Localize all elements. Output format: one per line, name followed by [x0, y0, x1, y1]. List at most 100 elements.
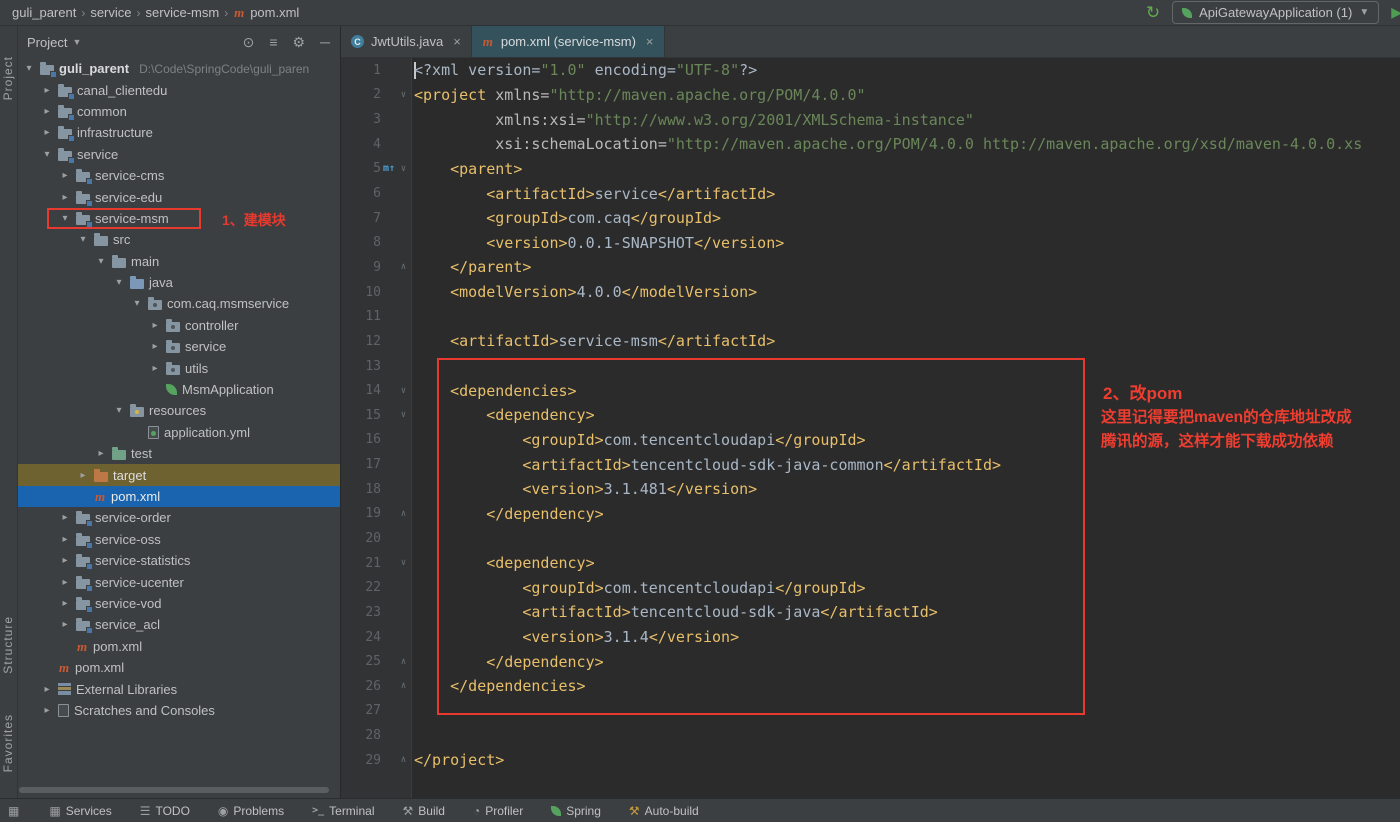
line-number[interactable]: 20: [341, 531, 381, 546]
tree-item-service-acl[interactable]: ▸ service_acl: [17, 614, 340, 635]
fold-close-icon[interactable]: ∧: [397, 681, 410, 691]
chevron-right-icon[interactable]: ▸: [59, 192, 71, 203]
tree-item-main[interactable]: ▾ main: [17, 251, 340, 272]
code-line-1[interactable]: 1 <?xml version="1.0" encoding="UTF-8"?>: [341, 58, 1400, 83]
breadcrumb-item-pom-xml[interactable]: m pom.xml: [231, 5, 301, 20]
code-line-7[interactable]: 7 <groupId>com.caq</groupId>: [341, 206, 1400, 231]
chevron-right-icon[interactable]: ▸: [59, 170, 71, 181]
fold-close-icon[interactable]: ∧: [397, 262, 410, 272]
tree-item-service-cms[interactable]: ▸ service-cms: [17, 165, 340, 186]
code-line-10[interactable]: 10 <modelVersion>4.0.0</modelVersion>: [341, 280, 1400, 305]
tree-item-canal-clientedu[interactable]: ▸ canal_clientedu: [17, 79, 340, 100]
statusbar-item-auto-build[interactable]: ⚒ Auto-build: [629, 804, 699, 818]
line-number[interactable]: 14: [341, 383, 381, 398]
line-number[interactable]: 3: [341, 112, 381, 127]
chevron-down-icon[interactable]: ▾: [41, 149, 53, 160]
statusbar-item-services[interactable]: ▦ Services: [49, 804, 111, 818]
line-number[interactable]: 16: [341, 432, 381, 447]
line-number[interactable]: 24: [341, 630, 381, 645]
collapse-all-icon[interactable]: ≡: [269, 34, 277, 51]
line-number[interactable]: 9: [341, 260, 381, 275]
code-line-27[interactable]: 27: [341, 699, 1400, 724]
tree-item-service-edu[interactable]: ▸ service-edu: [17, 186, 340, 207]
line-number[interactable]: 5: [341, 161, 381, 176]
line-number[interactable]: 6: [341, 186, 381, 201]
tree-item-service-ucenter[interactable]: ▸ service-ucenter: [17, 571, 340, 592]
line-number[interactable]: 23: [341, 605, 381, 620]
tree-item-controller[interactable]: ▸ controller: [17, 315, 340, 336]
hide-icon[interactable]: ─: [320, 34, 330, 51]
statusbar-item-todo[interactable]: ☰ TODO: [140, 804, 190, 818]
line-number[interactable]: 1: [341, 63, 381, 78]
chevron-down-icon[interactable]: ▾: [131, 298, 143, 309]
code-line-21[interactable]: 21 ∨ <dependency>: [341, 551, 1400, 576]
chevron-right-icon[interactable]: ▸: [41, 106, 53, 117]
tree-item-service-oss[interactable]: ▸ service-oss: [17, 529, 340, 550]
tree-item-msmapplication[interactable]: MsmApplication: [17, 379, 340, 400]
fold-open-icon[interactable]: ∨: [397, 90, 410, 100]
tree-item-pom-xml[interactable]: m pom.xml: [17, 636, 340, 657]
fold-close-icon[interactable]: ∧: [397, 657, 410, 667]
line-number[interactable]: 15: [341, 408, 381, 423]
code-line-20[interactable]: 20: [341, 526, 1400, 551]
tree-item-service-vod[interactable]: ▸ service-vod: [17, 593, 340, 614]
line-number[interactable]: 18: [341, 482, 381, 497]
chevron-right-icon[interactable]: ▸: [59, 619, 71, 630]
chevron-right-icon[interactable]: ▸: [41, 85, 53, 96]
statusbar-item-spring[interactable]: Spring: [551, 804, 601, 818]
tree-item-src[interactable]: ▾ src: [17, 229, 340, 250]
settings-icon[interactable]: ⚙: [293, 34, 306, 51]
chevron-right-icon[interactable]: ▸: [149, 320, 161, 331]
code-editor[interactable]: 1 <?xml version="1.0" encoding="UTF-8"?> 2…: [341, 58, 1400, 798]
line-number[interactable]: 11: [341, 309, 381, 324]
tab-pom-xml-service-msm[interactable]: m pom.xml (service-msm) ×: [471, 26, 665, 57]
project-view-dropdown[interactable]: Project ▼: [27, 35, 81, 50]
chevron-down-icon[interactable]: ▾: [23, 63, 35, 74]
code-line-28[interactable]: 28: [341, 723, 1400, 748]
code-line-12[interactable]: 12 <artifactId>service-msm</artifactId>: [341, 329, 1400, 354]
tree-item-utils[interactable]: ▸ utils: [17, 357, 340, 378]
tree-item-target[interactable]: ▸ target: [17, 464, 340, 486]
tree-item-resources[interactable]: ▾ resources: [17, 400, 340, 421]
chevron-right-icon[interactable]: ▸: [41, 705, 53, 716]
breadcrumb-item-service[interactable]: service: [88, 5, 133, 20]
code-line-2[interactable]: 2 ∨ <project xmlns="http://maven.apache.or…: [341, 83, 1400, 108]
chevron-right-icon[interactable]: ▸: [41, 127, 53, 138]
code-line-11[interactable]: 11: [341, 304, 1400, 329]
horizontal-scrollbar[interactable]: [17, 786, 340, 795]
code-line-14[interactable]: 14 ∨ <dependencies>: [341, 378, 1400, 403]
code-line-8[interactable]: 8 <version>0.0.1-SNAPSHOT</version>: [341, 230, 1400, 255]
code-line-18[interactable]: 18 <version>3.1.481</version>: [341, 477, 1400, 502]
line-number[interactable]: 10: [341, 285, 381, 300]
run-button[interactable]: ▶: [1391, 4, 1400, 21]
line-number[interactable]: 29: [341, 753, 381, 768]
line-number[interactable]: 7: [341, 211, 381, 226]
chevron-down-icon[interactable]: ▾: [113, 405, 125, 416]
stripe-tab-structure[interactable]: Structure: [1, 616, 15, 674]
line-number[interactable]: 17: [341, 457, 381, 472]
chevron-right-icon[interactable]: ▸: [59, 555, 71, 566]
run-config-selector[interactable]: ApiGatewayApplication (1) ▼: [1172, 1, 1380, 24]
fold-close-icon[interactable]: ∧: [397, 509, 410, 519]
tree-item-infrastructure[interactable]: ▸ infrastructure: [17, 122, 340, 143]
tab-jwtutils-java[interactable]: C JwtUtils.java ×: [341, 26, 472, 57]
tree-item-pom-xml[interactable]: m pom.xml: [17, 485, 340, 508]
tree-item-java[interactable]: ▾ java: [17, 272, 340, 293]
line-number[interactable]: 8: [341, 235, 381, 250]
tree-item-external-libraries[interactable]: ▸ External Libraries: [17, 678, 340, 699]
line-number[interactable]: 21: [341, 556, 381, 571]
tree-item-scratches-and-consoles[interactable]: ▸ Scratches and Consoles: [17, 700, 340, 721]
fold-open-icon[interactable]: ∨: [397, 386, 410, 396]
code-line-3[interactable]: 3 xmlns:xsi="http://www.w3.org/2001/XMLS…: [341, 107, 1400, 132]
statusbar-item-terminal[interactable]: >_ Terminal: [312, 804, 374, 818]
chevron-right-icon[interactable]: ▸: [59, 577, 71, 588]
line-number[interactable]: 27: [341, 703, 381, 718]
code-line-4[interactable]: 4 xsi:schemaLocation="http://maven.apach…: [341, 132, 1400, 157]
locate-icon[interactable]: ⊙: [243, 34, 255, 51]
tree-item-service-msm[interactable]: ▾ service-msm 1、建模块: [17, 207, 340, 229]
chevron-right-icon[interactable]: ▸: [149, 341, 161, 352]
code-line-23[interactable]: 23 <artifactId>tencentcloud-sdk-java</ar…: [341, 600, 1400, 625]
code-line-9[interactable]: 9 ∧ </parent>: [341, 255, 1400, 280]
maven-reload-icon[interactable]: ↻: [1146, 4, 1160, 21]
code-line-6[interactable]: 6 <artifactId>service</artifactId>: [341, 181, 1400, 206]
